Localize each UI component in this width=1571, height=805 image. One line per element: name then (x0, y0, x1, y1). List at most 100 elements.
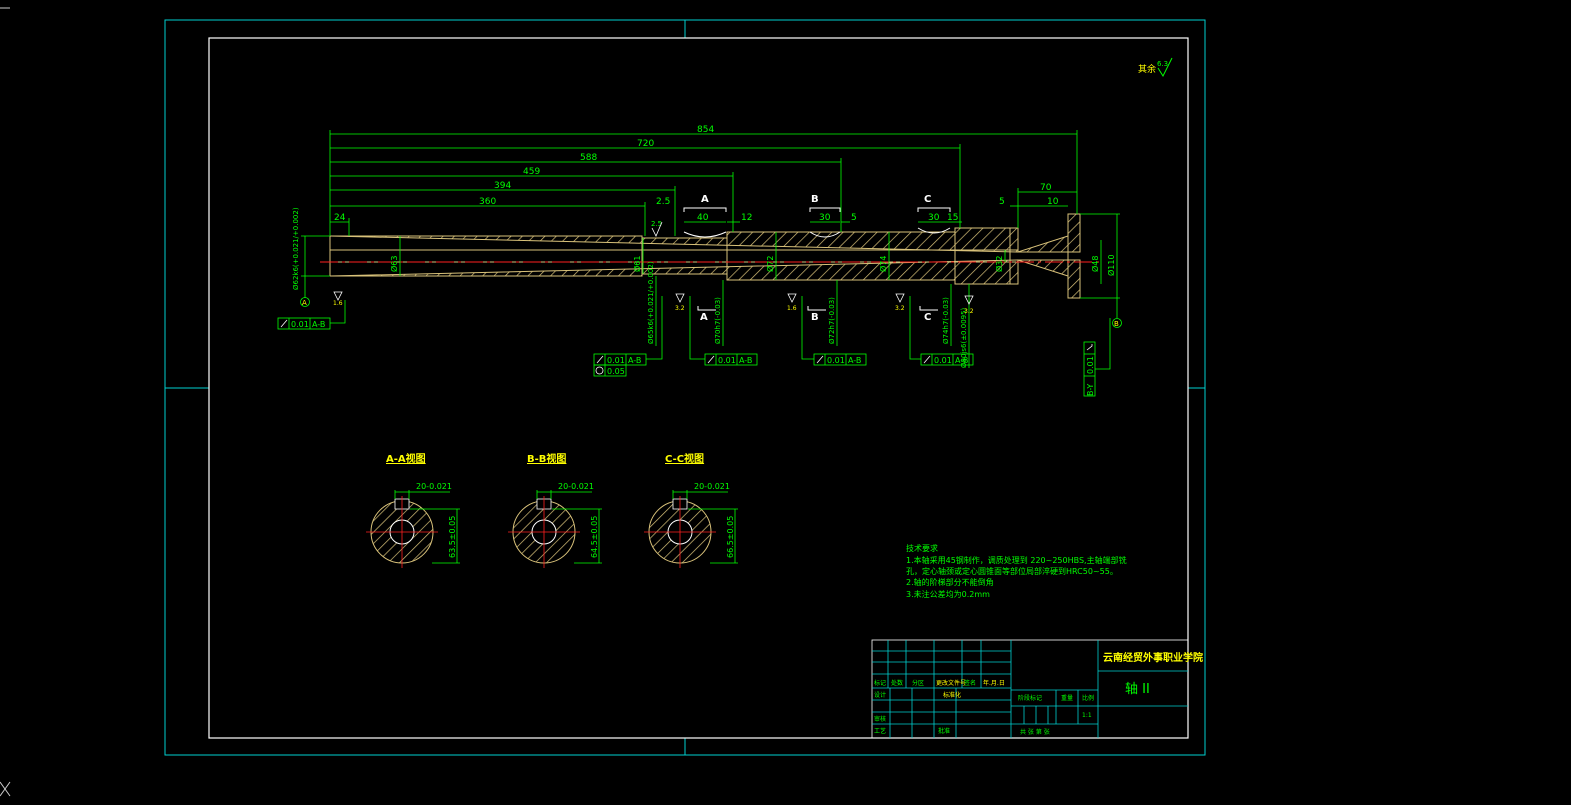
dia-110: Ø110 (1106, 254, 1116, 276)
rough-1: 1.6 (333, 300, 343, 307)
dim-5-b: 5 (999, 197, 1005, 207)
tb-school: 云南经贸外事职业学院 (1103, 651, 1203, 664)
dim-30-a: 30 (819, 213, 831, 223)
section-view-1: 20-0.021 63.5±0.05 A-A视图 (366, 452, 460, 568)
section-key-width: 20-0.021 (694, 482, 730, 491)
dim-2-5: 2.5 (656, 197, 670, 207)
dim-459: 459 (523, 167, 540, 177)
title-block-text: 云南经贸外事职业学院 轴 II 标记 处数 分区 更改文件号 签名 年.月.日 … (874, 651, 1203, 736)
fit-a: Ø65k6(+0.021/+0.002) (647, 261, 655, 344)
tb-weight: 重量 (1061, 694, 1073, 702)
tb-stage: 阶段标记 (1018, 694, 1042, 702)
rough-2: 3.2 (675, 305, 685, 312)
section-mark-c-bottom: C (924, 312, 931, 323)
inner-frame (208, 37, 1189, 739)
technical-notes: 技术要求 1.本轴采用45钢制作，调质处理到 220~250HBS,主轴端部铣 … (906, 543, 1127, 599)
dim-360: 360 (479, 197, 496, 207)
section-markers: A B C A B C (700, 194, 931, 323)
roughness-label: 其余 (1138, 63, 1156, 75)
tb-approve: 批准 (938, 727, 950, 735)
section-title: A-A视图 (386, 452, 426, 465)
section-cut-arrows (683, 207, 951, 311)
dim-30-b: 30 (928, 213, 940, 223)
tb-craft: 工艺 (874, 727, 886, 735)
tb-change-doc: 更改文件号 (936, 679, 966, 687)
tol-right-value: 0.01 (1086, 356, 1095, 374)
datum-a-label: A (302, 299, 307, 307)
dia-72: Ø72 (765, 256, 775, 272)
section-mark-c-top: C (924, 194, 931, 205)
dim-394: 394 (494, 181, 511, 191)
dim-10: 10 (1047, 197, 1059, 207)
tolerance-frames (277, 296, 1111, 397)
dia-48: Ø48 (1090, 256, 1100, 272)
section-mark-b-bottom: B (811, 312, 819, 323)
dim-40: 40 (697, 213, 709, 223)
tb-standard: 标准化 (943, 691, 961, 699)
datum-b: B (1112, 318, 1122, 328)
tol-right-datum: B-Y (1086, 384, 1095, 396)
section-depth: 63.5±0.05 (448, 516, 457, 558)
tol-1b-value: 0.05 (607, 367, 625, 376)
notes-line-3: 2.轴的阶梯部分不能倒角 (906, 577, 994, 587)
notes-line-1: 1.本轴采用45钢制作，调质处理到 220~250HBS,主轴端部铣 (906, 555, 1127, 565)
outer-frame (164, 19, 1206, 756)
section-mark-b-top: B (811, 194, 819, 205)
tol-1-datum: A-B (628, 356, 641, 365)
dia-61: Ø61 (632, 256, 642, 272)
tol-4-datum: A-B (955, 356, 968, 365)
roughness-value: 6.3 (1157, 60, 1168, 68)
section-views: 20-0.021 63.5±0.05 A-A视图 20-0.021 64.5±0.05 B… (366, 452, 738, 568)
tol-left-datum: A-B (312, 320, 325, 329)
tb-mark: 标记 (874, 679, 886, 687)
dim-70: 70 (1040, 183, 1052, 193)
fit-left: Ø62k6(+0.021/+0.002) (292, 207, 300, 290)
cursor-mark-bottom (0, 781, 11, 797)
section-view-2: 20-0.021 64.5±0.05 B-B视图 (508, 452, 602, 568)
datum-a: A (300, 297, 310, 307)
tb-count: 处数 (891, 679, 903, 687)
length-dimension-labels: 854 720 588 459 394 360 24 2.5 40 12 30 … (334, 125, 1059, 228)
notes-title: 技术要求 (906, 543, 938, 553)
tolerance-values: 0.01 A-B 0.01 A-B 0.05 0.01 A-B 0.01 A-B… (291, 320, 1095, 396)
tb-design: 设计 (874, 691, 886, 699)
tb-part-name: 轴 II (1125, 682, 1150, 697)
dim-5-a: 5 (851, 213, 857, 223)
rough-3: 1.6 (787, 305, 797, 312)
section-key-width: 20-0.021 (416, 482, 452, 491)
tb-sign: 签名 (964, 679, 976, 687)
fit-b: Ø70h7(-0.03) (714, 297, 722, 344)
dim-854: 854 (697, 125, 714, 135)
rough-4: 3.2 (895, 305, 905, 312)
tb-zone: 分区 (912, 679, 924, 687)
dim-720: 720 (637, 139, 654, 149)
fit-d: Ø74h7(-0.03) (942, 297, 950, 344)
tol-3-datum: A-B (848, 356, 861, 365)
notes-line-4: 3.未注公差均为0.2mm (906, 589, 990, 599)
drawing-canvas: 其余 6.3 854 720 588 459 394 360 24 2.5 40… (0, 0, 1571, 801)
general-roughness: 其余 6.3 (1138, 57, 1173, 78)
dim-small-2-5: 2.5 (651, 220, 662, 228)
dia-32: Ø32 (994, 256, 1004, 272)
notes-line-2: 孔，定心轴颈或定心圆锥面等部位局部淬硬到HRC50~55。 (906, 566, 1118, 576)
tol-3-value: 0.01 (827, 356, 845, 365)
section-view-3: 20-0.021 66.5±0.05 C-C视图 (644, 452, 738, 568)
section-title: C-C视图 (665, 452, 704, 465)
tol-left-value: 0.01 (291, 320, 309, 329)
section-key-width: 20-0.021 (558, 482, 594, 491)
tol-2-datum: A-B (739, 356, 752, 365)
tb-scale: 比例 (1082, 694, 1094, 702)
section-title: B-B视图 (527, 452, 566, 465)
tb-date: 年.月.日 (983, 679, 1005, 687)
section-mark-a-top: A (701, 194, 709, 205)
dim-588: 588 (580, 153, 597, 163)
rough-5: 3.2 (964, 308, 974, 315)
tb-sheet: 共 张 第 张 (1020, 728, 1050, 736)
section-mark-a-bottom: A (700, 312, 708, 323)
tb-check: 审核 (874, 715, 886, 723)
tb-scale-value: 1:1 (1082, 712, 1092, 719)
tol-2-value: 0.01 (718, 356, 736, 365)
tol-4-value: 0.01 (934, 356, 952, 365)
shaft-body (329, 213, 1081, 299)
section-depth: 66.5±0.05 (726, 516, 735, 558)
